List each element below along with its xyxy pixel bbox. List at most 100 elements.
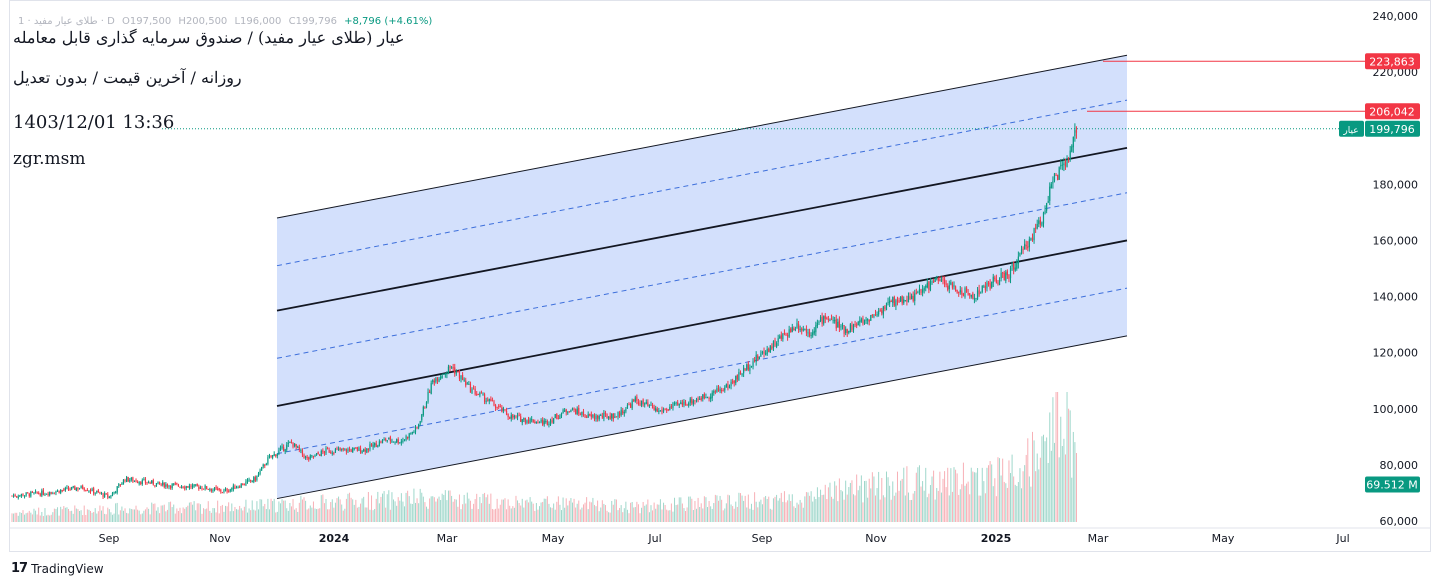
candle-body (472, 388, 475, 390)
candle-body (144, 478, 147, 483)
candle-body (353, 447, 355, 449)
volume-bar (152, 503, 154, 522)
time-axis[interactable]: Sep Nov 2024 Mar May Jul Sep Nov 2025 Mar May Jul (10, 527, 1430, 545)
volume-bar (1042, 434, 1044, 522)
volume-bar (523, 507, 525, 522)
candle-body (82, 485, 84, 489)
candle-body (490, 399, 492, 401)
volume-bar (336, 498, 338, 522)
candle-body (427, 391, 429, 402)
volume-bar (724, 508, 726, 522)
volume-bar (141, 513, 143, 522)
volume-bar (614, 499, 616, 522)
candle-body (188, 485, 191, 489)
volume-bar (531, 501, 533, 522)
candle-body (581, 411, 583, 415)
candle-body (730, 381, 732, 386)
candle-body (587, 414, 589, 418)
volume-bar (929, 485, 931, 522)
candle-body (705, 397, 707, 399)
candle-body (592, 415, 594, 417)
candle-body (876, 314, 878, 316)
candle-body (16, 496, 18, 498)
candle-body (832, 320, 834, 322)
volume-bar (920, 486, 922, 522)
candle-body (920, 289, 922, 294)
volume-bar (279, 503, 281, 522)
price-axis[interactable]: 240,000220,000200,000180,000160,000140,0… (1373, 10, 1419, 528)
candle-body (860, 319, 862, 322)
volume-bar (871, 472, 873, 522)
candle-body (438, 378, 440, 382)
volume-bar (879, 499, 881, 522)
footer[interactable]: 17 TradingView (11, 561, 104, 576)
volume-bar (1069, 410, 1071, 522)
candle-body (231, 488, 233, 490)
volume-bar (218, 513, 220, 522)
candle-body (176, 482, 178, 485)
volume-bar (482, 493, 484, 522)
candle-body (548, 423, 550, 426)
volume-bar (840, 490, 842, 522)
candle-body (1072, 137, 1074, 148)
volume-bar (122, 510, 124, 522)
volume-bar (837, 501, 839, 522)
candle-body (785, 333, 787, 336)
volume-bar (487, 494, 489, 522)
volume-bar (64, 507, 66, 522)
candle-body (388, 437, 390, 440)
price-chart[interactable]: 240,000220,000200,000180,000160,000140,0… (0, 0, 1441, 587)
candle-body (14, 495, 16, 497)
volume-bar (458, 494, 460, 522)
volume-bar (502, 499, 504, 522)
candle-body (239, 486, 241, 488)
volume-bar (471, 508, 473, 522)
volume-bar (239, 505, 241, 522)
candle-body (298, 446, 300, 450)
candle-body (367, 448, 369, 450)
candle-body (942, 278, 944, 281)
candle-body (851, 324, 853, 331)
y-tick-label: 100,000 (1373, 403, 1419, 416)
volume-bar (581, 507, 583, 522)
candle-body (653, 407, 655, 411)
candle-body (358, 447, 360, 451)
volume-bar (947, 467, 949, 522)
volume-bar (49, 515, 51, 522)
candle-body (127, 477, 129, 482)
candle-body (471, 388, 473, 394)
volume-bar (149, 514, 151, 522)
candle-body (645, 402, 647, 404)
volume-bar (586, 497, 588, 522)
candle-body (618, 412, 621, 416)
candle-body (334, 449, 337, 453)
candle-body (976, 290, 979, 300)
candle-body (765, 353, 767, 355)
candle-body (1055, 175, 1057, 177)
volume-bar (187, 505, 189, 522)
candle-body (673, 403, 676, 405)
volume-bar (71, 510, 73, 522)
volume-bar (207, 501, 209, 522)
volume-bar (447, 490, 449, 522)
volume-bar (289, 502, 291, 522)
volume-bar (601, 500, 603, 522)
candle-body (749, 367, 751, 371)
volume-bar (517, 500, 519, 522)
candle-body (534, 421, 536, 424)
candle-body (206, 486, 208, 490)
volume-bar (545, 498, 547, 522)
volume-bar (1003, 481, 1005, 522)
x-tick-label: Sep (752, 532, 773, 545)
candle-body (160, 484, 162, 486)
volume-bar (99, 505, 101, 522)
volume-bar (782, 501, 784, 522)
candle-body (501, 407, 503, 412)
candle-body (772, 341, 775, 348)
candle-body (336, 448, 338, 450)
volume-bar (124, 508, 126, 522)
candle-body (812, 332, 814, 336)
candle-body (658, 410, 660, 412)
volume-bar (24, 514, 26, 522)
volume-bar (366, 507, 368, 522)
